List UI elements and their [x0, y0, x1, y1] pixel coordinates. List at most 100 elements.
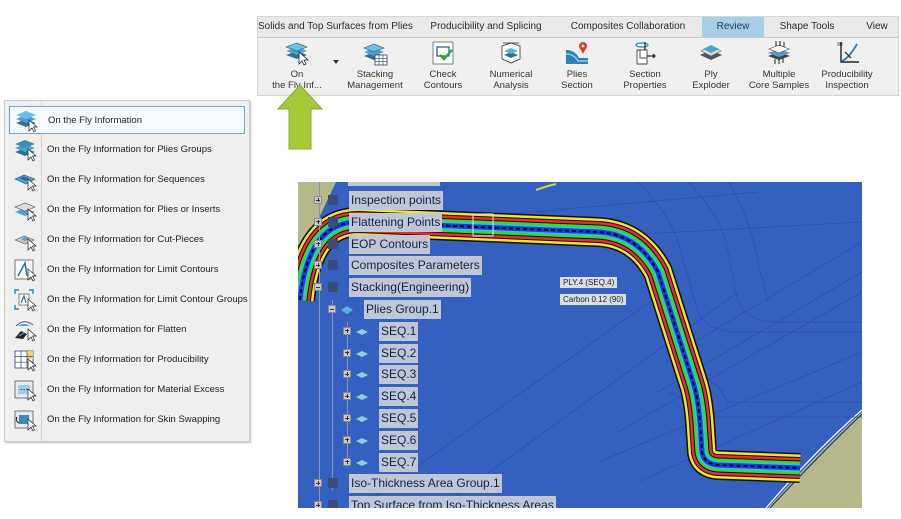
expand-plus-icon[interactable]: [314, 261, 322, 270]
multiple-core-samples-button[interactable]: Multiple Core Samples: [742, 40, 816, 95]
plies-section-label-1: Plies: [566, 69, 588, 80]
section-properties-button[interactable]: Section Properties: [608, 40, 682, 95]
ply-annotation-label: PLY.4 (SEQ.4): [560, 277, 618, 288]
tree-item[interactable]: SEQ.2: [298, 343, 598, 363]
sequences-icon: [14, 174, 37, 192]
tree-item[interactable]: SEQ.4: [298, 387, 598, 407]
tree-item[interactable]: Iso-Thickness Area Group.1: [298, 474, 598, 494]
tree-node-icon: [356, 328, 368, 335]
skin-swapping-icon: [14, 410, 37, 432]
menu-item-cut-pieces[interactable]: On the Fly Information for Cut-Pieces: [9, 226, 245, 254]
expand-plus-icon[interactable]: [314, 501, 322, 508]
on-the-fly-label-1: On: [290, 69, 304, 80]
section-properties-label-2: Properties: [623, 80, 667, 91]
producibility-inspection-button[interactable]: 90 Producibility Inspection: [810, 40, 884, 95]
producibility-inspection-label-1: Producibility: [821, 69, 873, 80]
tab-review[interactable]: Review: [702, 17, 764, 37]
tree-item[interactable]: SEQ.7: [298, 452, 598, 472]
menu-item-limit-contour-groups[interactable]: On the Fly Information for Limit Contour…: [9, 286, 248, 314]
ply-exploder-label-1: Ply: [704, 69, 718, 80]
tree-item[interactable]: Composites Parameters: [298, 256, 598, 276]
multiple-core-samples-icon: [768, 41, 790, 64]
material-annotation-label: Carbon 0.12 (90): [560, 294, 627, 305]
menu-item-plies-groups[interactable]: On the Fly Information for Plies Groups: [9, 136, 245, 164]
tree-item[interactable]: Flattening Points: [298, 212, 598, 232]
menu-item-skin-swapping[interactable]: On the Fly Information for Skin Swapping: [9, 406, 245, 434]
tree-item-label: Composites Parameters: [349, 256, 482, 276]
menu-item-on-the-fly-information[interactable]: On the Fly Information: [9, 106, 245, 134]
tree-item[interactable]: SEQ.6: [298, 430, 598, 450]
menu-item-label: On the Fly Information for Skin Swapping: [47, 414, 221, 425]
stacking-management-label-2: Management: [347, 80, 403, 91]
expand-plus-icon[interactable]: [343, 326, 351, 335]
ply-exploder-label-2: Exploder: [692, 80, 730, 91]
numerical-analysis-label-2: Analysis: [493, 80, 529, 91]
collapse-minus-icon[interactable]: [328, 305, 336, 313]
3d-viewer[interactable]: Inspection points Flattening Points EOP Co…: [298, 182, 862, 508]
expand-plus-icon[interactable]: [343, 435, 351, 444]
menu-item-flatten[interactable]: On the Fly Information for Flatten: [9, 316, 245, 344]
limit-contours-icon: [14, 259, 37, 282]
collapse-minus-icon[interactable]: [314, 283, 322, 292]
expand-plus-icon[interactable]: [343, 348, 351, 357]
plies-groups-icon: [15, 140, 37, 162]
tree-item[interactable]: Top Surface from Iso-Thickness Areas: [298, 496, 598, 508]
expand-plus-icon[interactable]: [343, 457, 351, 466]
ply-exploder-button[interactable]: Ply Exploder: [674, 40, 748, 95]
tree-node-icon: [356, 437, 368, 444]
tree-node-icon: [356, 372, 368, 379]
tree-item[interactable]: SEQ.1: [298, 321, 598, 341]
ribbon-tabs: Solids and Top Surfaces from Plies Produ…: [258, 17, 898, 38]
marker-icon: [535, 183, 557, 191]
tree-node-icon: [356, 350, 368, 357]
plies-section-label-2: Section: [561, 80, 593, 91]
stacking-management-button[interactable]: Stacking Management: [338, 40, 412, 95]
menu-item-limit-contours[interactable]: On the Fly Information for Limit Contour…: [9, 256, 245, 284]
plies-section-button[interactable]: Plies Section: [540, 40, 614, 95]
tree-item-label: SEQ.7: [379, 452, 419, 472]
producibility-inspection-label-2: Inspection: [825, 80, 869, 91]
tree-item-label: Iso-Thickness Area Group.1: [349, 474, 502, 494]
review-toolbar: On the Fly Inf... Stacking Management Ch…: [258, 38, 898, 95]
tree-node-icon: [328, 238, 338, 249]
tree-node-icon: [328, 478, 338, 489]
tree-item-label: Flattening Points: [349, 212, 443, 232]
menu-item-plies-or-inserts[interactable]: On the Fly Information for Plies or Inse…: [9, 196, 245, 224]
numerical-analysis-button[interactable]: Numerical Analysis: [474, 40, 548, 95]
tree-item[interactable]: Plies Group.1: [298, 300, 598, 319]
menu-item-material-excess[interactable]: On the Fly Information for Material Exce…: [9, 376, 245, 404]
expand-plus-icon[interactable]: [314, 479, 322, 488]
tree-item-clipped: [348, 182, 440, 186]
svg-text:90: 90: [837, 42, 843, 48]
expand-plus-icon[interactable]: [314, 217, 322, 226]
menu-item-sequences[interactable]: On the Fly Information for Sequences: [9, 166, 245, 194]
on-the-fly-info-icon: [285, 42, 310, 66]
tree-item[interactable]: Inspection points: [298, 191, 598, 210]
expand-plus-icon[interactable]: [343, 370, 351, 379]
tree-item[interactable]: EOP Contours: [298, 234, 598, 254]
expand-plus-icon[interactable]: [343, 414, 351, 422]
tree-item-label: Stacking(Engineering): [349, 278, 472, 298]
check-contours-button[interactable]: Check Contours: [406, 40, 480, 95]
tree-item[interactable]: SEQ.5: [298, 409, 598, 428]
tab-producibility-splicing[interactable]: Producibility and Splicing: [421, 17, 551, 37]
material-excess-icon: [14, 380, 37, 402]
check-contours-icon: [432, 41, 454, 65]
section-properties-icon: [635, 42, 656, 65]
tab-view[interactable]: View: [856, 17, 898, 37]
numerical-analysis-icon: [501, 42, 521, 64]
stacking-management-label-1: Stacking: [356, 69, 394, 80]
expand-plus-icon[interactable]: [343, 392, 351, 401]
expand-plus-icon[interactable]: [314, 239, 322, 248]
tab-solids-top-surfaces[interactable]: Solids and Top Surfaces from Plies: [258, 17, 413, 37]
tree-item-label: SEQ.6: [379, 430, 419, 450]
menu-item-producibility[interactable]: On the Fly Information for Producibility: [9, 346, 245, 374]
tab-shape-tools[interactable]: Shape Tools: [772, 17, 842, 37]
tree-item[interactable]: Stacking(Engineering): [298, 278, 598, 298]
check-contours-label-1: Check: [429, 69, 457, 80]
tab-composites-collaboration[interactable]: Composites Collaboration: [563, 17, 693, 37]
expand-plus-icon[interactable]: [314, 196, 322, 204]
tree-item[interactable]: SEQ.3: [298, 365, 598, 385]
multiple-core-samples-label-1: Multiple: [762, 69, 796, 80]
numerical-analysis-label-1: Numerical: [489, 69, 533, 80]
